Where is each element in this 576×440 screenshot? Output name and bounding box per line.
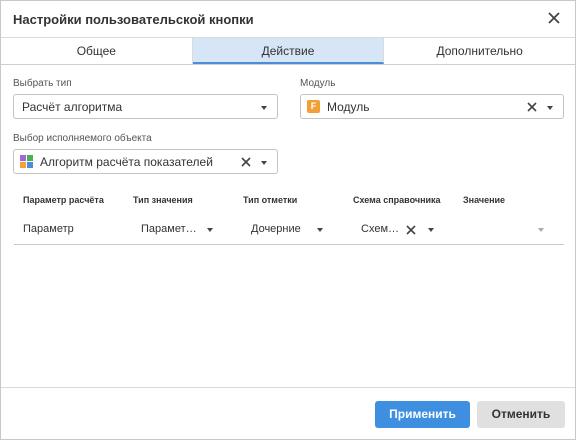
tab-action[interactable]: Действие bbox=[192, 38, 385, 64]
module-select[interactable]: F Модуль bbox=[300, 94, 564, 119]
chevron-down-icon[interactable] bbox=[261, 106, 267, 110]
cell-schema[interactable]: Схем… bbox=[361, 223, 399, 235]
clear-icon[interactable] bbox=[240, 156, 252, 168]
clear-icon[interactable] bbox=[405, 224, 417, 236]
object-select-value: Алгоритм расчёта показателей bbox=[40, 155, 213, 169]
type-select[interactable]: Расчёт алгоритма bbox=[13, 94, 278, 119]
tab-additional[interactable]: Дополнительно bbox=[384, 38, 575, 64]
object-select[interactable]: Алгоритм расчёта показателей bbox=[13, 149, 278, 174]
close-icon[interactable] bbox=[545, 9, 563, 27]
algorithm-icon bbox=[20, 155, 33, 168]
tab-bar: Общее Действие Дополнительно bbox=[1, 37, 575, 65]
module-select-value: Модуль bbox=[327, 100, 370, 114]
dialog-title-bar: Настройки пользовательской кнопки bbox=[1, 1, 575, 37]
grid-row-divider bbox=[14, 244, 564, 245]
module-icon: F bbox=[307, 100, 320, 113]
custom-button-settings-dialog: Настройки пользовательской кнопки Общее … bbox=[0, 0, 576, 440]
cell-value-type[interactable]: Парамет… bbox=[141, 223, 197, 235]
clear-icon[interactable] bbox=[526, 101, 538, 113]
chevron-down-icon[interactable] bbox=[207, 228, 213, 232]
grid-header-param: Параметр расчёта bbox=[23, 195, 104, 205]
grid-header-value-type: Тип значения bbox=[133, 195, 193, 205]
cell-param: Параметр bbox=[23, 223, 74, 235]
chevron-down-icon[interactable] bbox=[317, 228, 323, 232]
footer-divider bbox=[1, 387, 575, 388]
grid-header-value: Значение bbox=[463, 195, 506, 205]
cancel-button[interactable]: Отменить bbox=[477, 401, 565, 428]
chevron-down-icon[interactable] bbox=[547, 106, 553, 110]
dialog-title: Настройки пользовательской кнопки bbox=[13, 12, 254, 27]
cell-mark-type[interactable]: Дочерние bbox=[251, 223, 301, 235]
chevron-down-icon[interactable] bbox=[428, 228, 434, 232]
chevron-down-icon[interactable] bbox=[538, 228, 544, 232]
tab-general[interactable]: Общее bbox=[1, 38, 193, 64]
grid-header-mark-type: Тип отметки bbox=[243, 195, 298, 205]
type-select-value: Расчёт алгоритма bbox=[22, 100, 123, 114]
object-label: Выбор исполняемого объекта bbox=[13, 133, 152, 144]
module-label: Модуль bbox=[300, 78, 336, 89]
type-label: Выбрать тип bbox=[13, 78, 72, 89]
apply-button[interactable]: Применить bbox=[375, 401, 470, 428]
chevron-down-icon[interactable] bbox=[261, 161, 267, 165]
grid-header-schema: Схема справочника bbox=[353, 195, 441, 205]
